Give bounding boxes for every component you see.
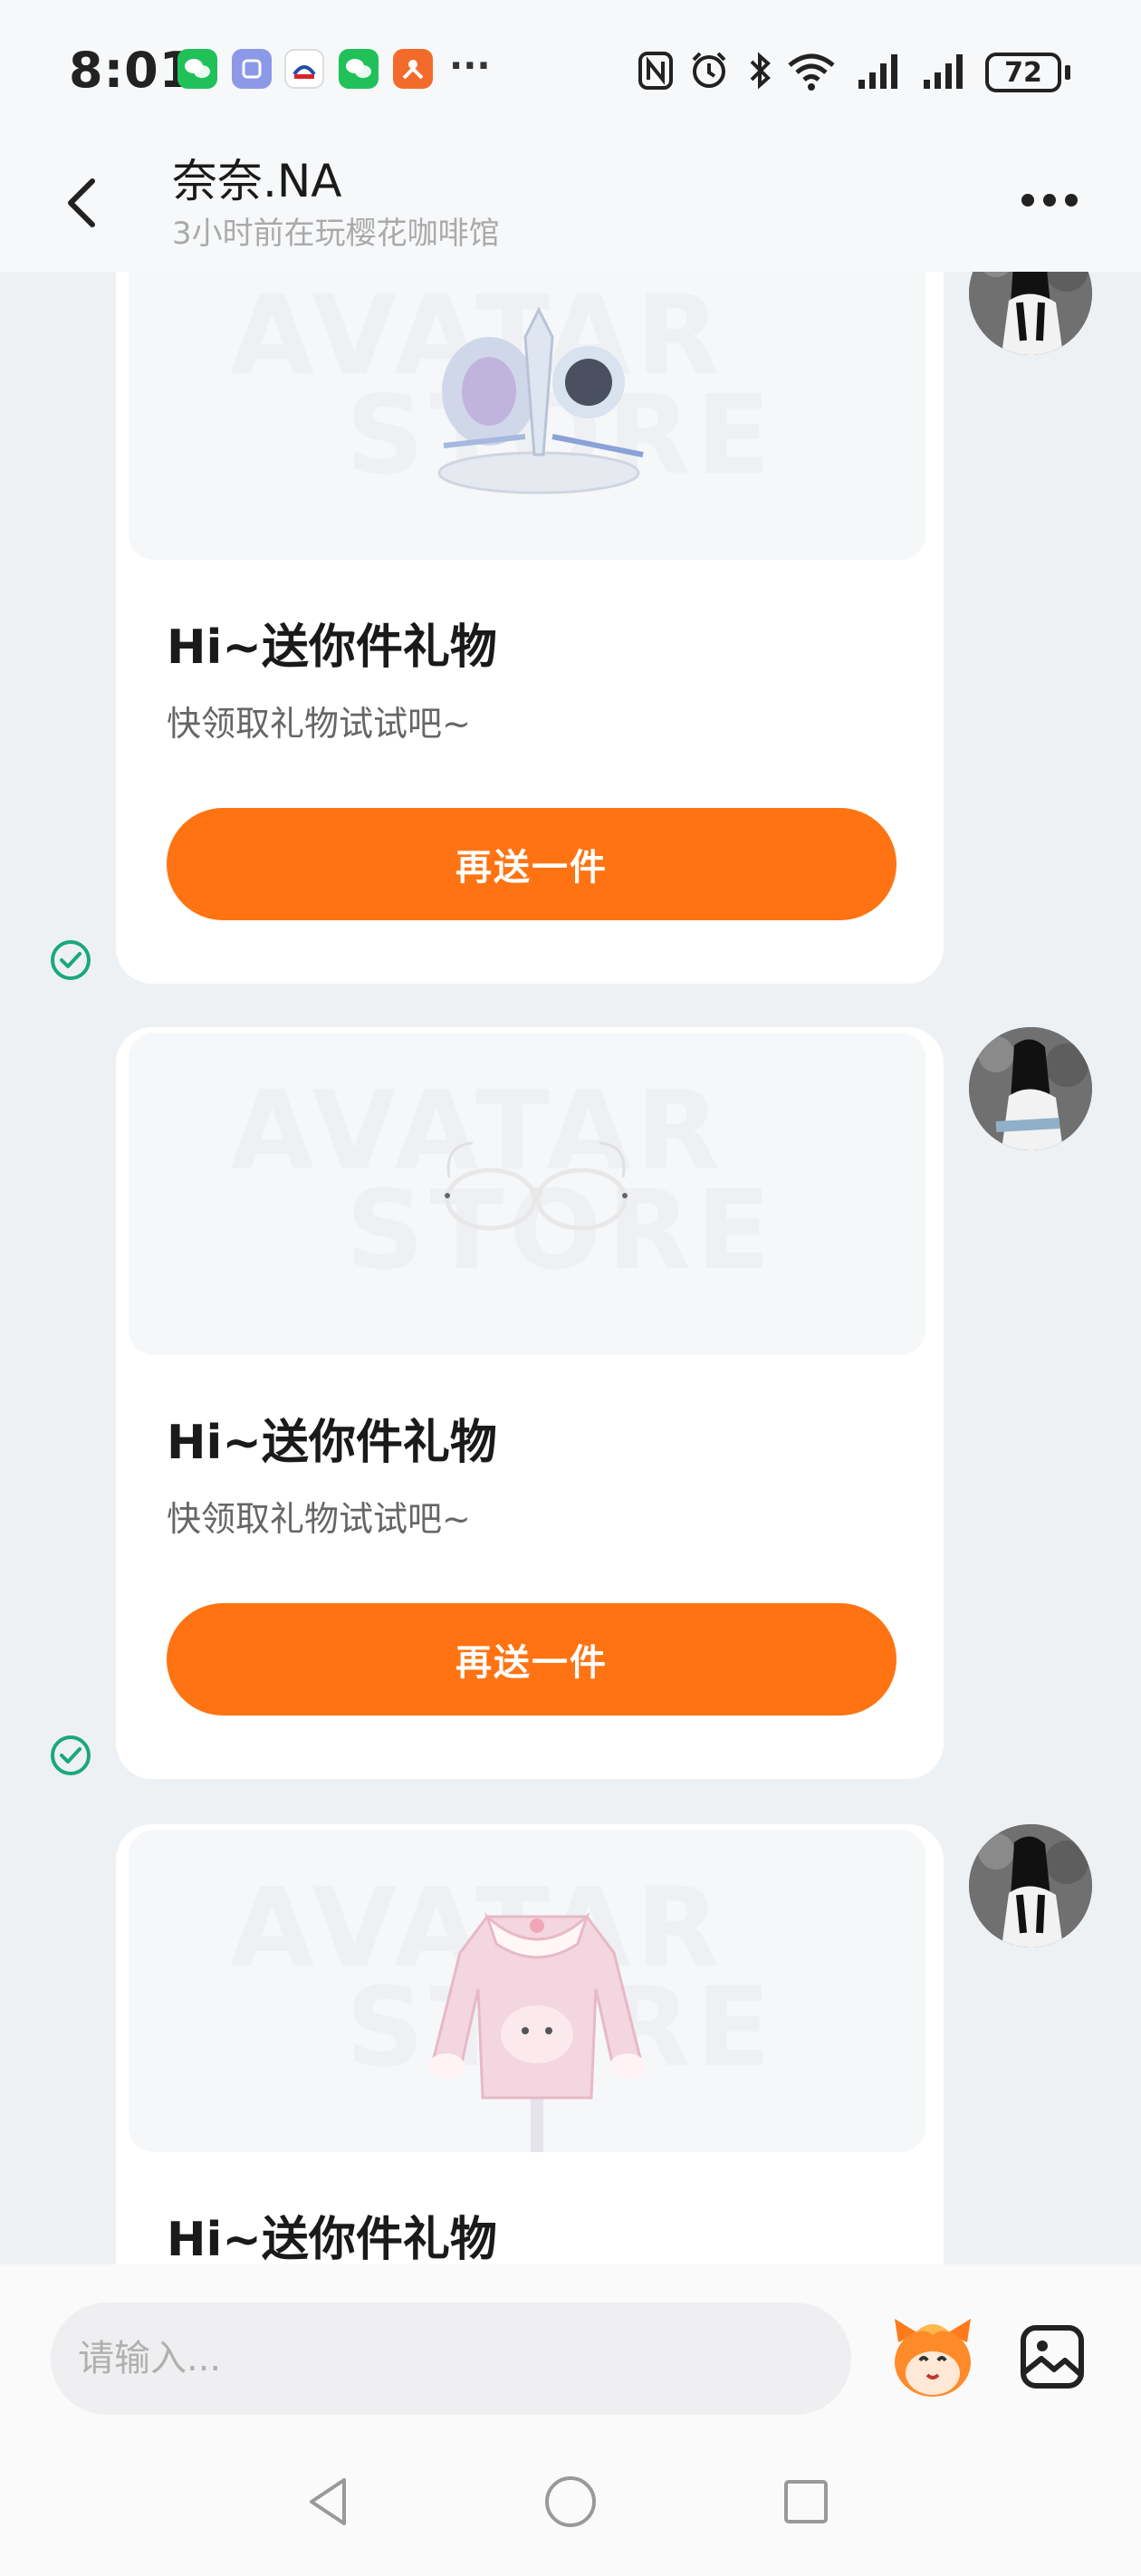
message-input[interactable] bbox=[51, 2302, 851, 2415]
gift-image: AVATAR STORE bbox=[129, 1830, 925, 2152]
gift-message: AVATAR STORE Hi~送你件礼物 bbox=[0, 1824, 1141, 2264]
system-status-icons: 72 bbox=[634, 45, 1141, 96]
fox-mascot-icon bbox=[895, 2319, 971, 2397]
signal-icon-1 bbox=[858, 54, 897, 89]
nfc-icon bbox=[638, 52, 673, 90]
accessory-gift-icon bbox=[437, 306, 644, 495]
read-check-icon bbox=[51, 1735, 91, 1775]
gift-subtitle: 快领取礼物试试吧~ bbox=[167, 704, 471, 744]
input-bar bbox=[0, 2264, 1141, 2427]
wechat-icon bbox=[339, 49, 379, 89]
avatar[interactable] bbox=[969, 1824, 1092, 1947]
gift-image: AVATAR STORE bbox=[129, 272, 925, 560]
nav-home-button[interactable] bbox=[542, 2473, 599, 2531]
message-input-box[interactable] bbox=[51, 2302, 851, 2415]
chevron-left-icon bbox=[68, 178, 95, 227]
gift-message: AVATAR STORE Hi~送你件礼物 快领取礼物试试吧~ 再送一件 bbox=[0, 272, 1141, 993]
photo-button[interactable] bbox=[1018, 2322, 1087, 2391]
chat-messages[interactable]: AVATAR STORE Hi~送你件礼物 快领取礼物试试吧~ 再送一件 AVA… bbox=[0, 272, 1141, 2264]
bluetooth-icon bbox=[750, 52, 771, 90]
contact-name: 奈奈.NA bbox=[172, 155, 342, 207]
status-time: 8:01 bbox=[69, 42, 195, 99]
dot-icon bbox=[1043, 194, 1056, 207]
gift-card[interactable]: AVATAR STORE Hi~送你件礼物 快领取礼物试试吧~ 再送一件 bbox=[116, 1027, 944, 1779]
nav-recents-button[interactable] bbox=[777, 2473, 835, 2531]
pink-jacket-gift-icon bbox=[428, 1912, 646, 2152]
gift-title: Hi~送你件礼物 bbox=[167, 2213, 497, 2264]
battery-tip bbox=[1065, 65, 1070, 80]
avatar[interactable] bbox=[969, 272, 1092, 355]
gift-title: Hi~送你件礼物 bbox=[167, 1416, 497, 1470]
contact-status: 3小时前在玩樱花咖啡馆 bbox=[172, 216, 500, 252]
dot-icon bbox=[1021, 194, 1034, 207]
more-options-button[interactable] bbox=[1021, 187, 1090, 214]
sticker-button[interactable] bbox=[887, 2315, 978, 2402]
orange-app-icon bbox=[393, 49, 433, 89]
chat-header: 奈奈.NA 3小时前在玩樱花咖啡馆 bbox=[0, 136, 1141, 272]
back-button[interactable] bbox=[54, 168, 109, 237]
send-another-button[interactable]: 再送一件 bbox=[167, 1603, 896, 1716]
gift-card[interactable]: AVATAR STORE Hi~送你件礼物 快领取礼物试试吧~ 再送一件 bbox=[116, 272, 944, 984]
app-icon bbox=[232, 49, 272, 89]
gift-title: Hi~送你件礼物 bbox=[167, 620, 497, 675]
alarm-icon bbox=[692, 52, 726, 88]
battery-level: 72 bbox=[985, 53, 1061, 92]
dot-icon bbox=[1065, 194, 1078, 207]
wifi-icon bbox=[788, 53, 835, 91]
gift-message: AVATAR STORE Hi~送你件礼物 快领取礼物试试吧~ 再送一件 bbox=[0, 1027, 1141, 1788]
system-nav-bar bbox=[0, 2427, 1141, 2576]
wechat-icon bbox=[177, 49, 217, 89]
nav-back-button[interactable] bbox=[301, 2473, 359, 2531]
gift-card[interactable]: AVATAR STORE Hi~送你件礼物 bbox=[116, 1824, 944, 2264]
gift-image: AVATAR STORE bbox=[129, 1033, 925, 1355]
read-check-icon bbox=[51, 940, 91, 980]
gift-subtitle: 快领取礼物试试吧~ bbox=[167, 1499, 471, 1539]
more-notifications-indicator: ··· bbox=[449, 45, 491, 87]
image-icon bbox=[1021, 2325, 1084, 2389]
glasses-gift-icon bbox=[445, 1141, 628, 1231]
status-bar: 8:01 ··· 72 bbox=[0, 0, 1141, 136]
signal-icon-2 bbox=[924, 54, 963, 89]
railway-icon bbox=[284, 49, 324, 89]
send-another-button[interactable]: 再送一件 bbox=[167, 808, 896, 920]
avatar[interactable] bbox=[969, 1027, 1092, 1150]
